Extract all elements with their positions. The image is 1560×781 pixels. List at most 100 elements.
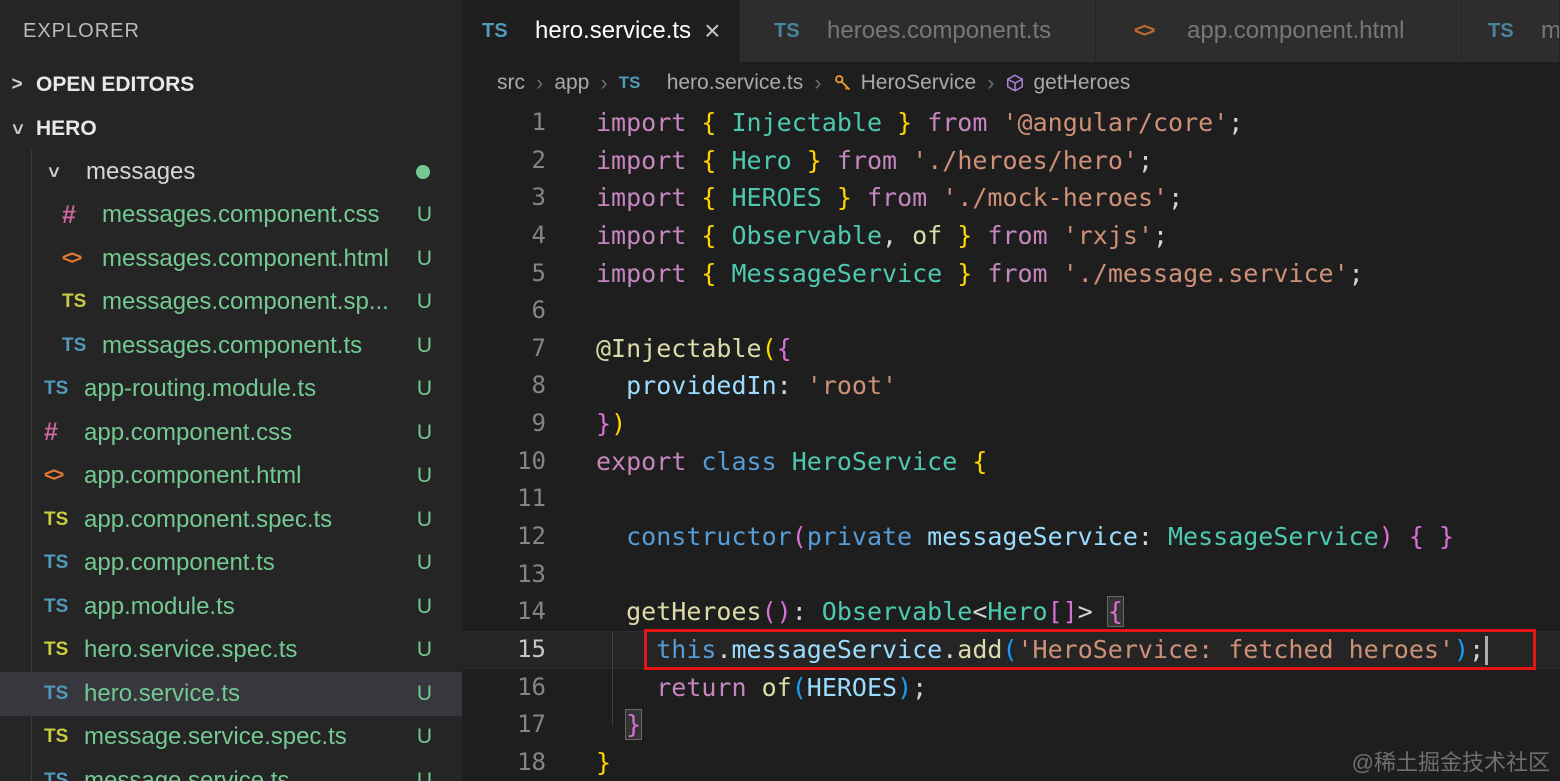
- typescript-spec-file-icon: TS: [44, 639, 69, 661]
- code-text: import { Hero } from './heroes/hero';: [596, 145, 1154, 175]
- folder-label: messages: [86, 157, 196, 185]
- code-line-3[interactable]: 3 import { HEROES } from './mock-heroes';: [462, 179, 1560, 217]
- hero-section-label: HERO: [36, 116, 97, 140]
- watermark: @稀土掘金技术社区: [1351, 750, 1550, 775]
- file-label: app.component.css: [84, 418, 293, 446]
- tab-bar: TS hero.service.ts × TS heroes.component.ts <…: [462, 0, 1560, 62]
- code-line-5[interactable]: 5 import { MessageService } from './messa…: [462, 255, 1560, 293]
- breadcrumb-separator: ›: [814, 70, 822, 95]
- tab-me[interactable]: TS me: [1462, 0, 1560, 62]
- typescript-file-icon: TS: [44, 769, 69, 781]
- breadcrumb-label: src: [497, 71, 525, 94]
- code-line-9[interactable]: 9}): [462, 405, 1560, 443]
- line-number: 14: [517, 597, 546, 626]
- code-line-11[interactable]: 11: [462, 480, 1560, 518]
- tree-file-message.service.ts[interactable]: TS message.service.ts U: [0, 759, 462, 781]
- typescript-file-icon: TS: [482, 19, 508, 42]
- code-text: import { MessageService } from './messag…: [596, 258, 1364, 288]
- breadcrumb-item-hero.service.ts[interactable]: TS hero.service.ts: [619, 71, 804, 95]
- code-line-15[interactable]: 15 this.messageService.add('HeroService:…: [462, 628, 1560, 670]
- section-open-editors[interactable]: OPEN EDITORS: [0, 62, 462, 107]
- file-label: app.module.ts: [84, 592, 235, 620]
- file-label: messages.component.sp...: [102, 288, 389, 316]
- git-untracked-badge: U: [416, 420, 432, 444]
- tree-file-messages.component.ts[interactable]: TS messages.component.ts U: [0, 324, 462, 368]
- tree-file-message.service.spec.ts[interactable]: TS message.service.spec.ts U: [0, 716, 462, 760]
- line-number: 3: [531, 183, 546, 212]
- breadcrumb-item-HeroService[interactable]: HeroService: [833, 71, 976, 95]
- breadcrumb: src › app › TS hero.service.ts › HeroService › ge…: [462, 62, 1560, 104]
- line-number: 11: [517, 484, 546, 513]
- indent-guide: [31, 150, 32, 781]
- code-text: getHeroes(): Observable<Hero[]> {: [626, 597, 1123, 627]
- tab-label: heroes.component.ts: [827, 17, 1052, 44]
- code-line-14[interactable]: 14 getHeroes(): Observable<Hero[]> {: [462, 593, 1560, 631]
- file-tree: messages # messages.component.css U <> messag…: [0, 150, 462, 781]
- breadcrumb-item-getHeroes[interactable]: getHeroes: [1005, 71, 1130, 95]
- tab-heroes.component.ts[interactable]: TS heroes.component.ts: [740, 0, 1096, 62]
- breadcrumb-item-src[interactable]: src: [497, 71, 525, 95]
- git-untracked-badge: U: [416, 464, 432, 488]
- html-file-icon: <>: [1134, 19, 1155, 42]
- tree-file-app.component.ts[interactable]: TS app.component.ts U: [0, 542, 462, 586]
- tree-file-app.module.ts[interactable]: TS app.module.ts U: [0, 585, 462, 629]
- code-line-8[interactable]: 8 providedIn: 'root': [462, 367, 1560, 405]
- git-untracked-badge: U: [416, 290, 432, 314]
- code-text: import { Injectable } from '@angular/cor…: [596, 108, 1244, 137]
- code-line-16[interactable]: 16 return of(HEROES);: [462, 669, 1560, 707]
- typescript-file-icon: TS: [62, 334, 87, 356]
- file-label: app.component.ts: [84, 549, 275, 577]
- tree-file-app.component.html[interactable]: <> app.component.html U: [0, 455, 462, 499]
- line-number: 9: [531, 409, 546, 438]
- git-untracked-badge: U: [416, 333, 432, 357]
- class-symbol-icon: [833, 73, 853, 93]
- tab-hero.service.ts[interactable]: TS hero.service.ts ×: [462, 0, 740, 62]
- code-text: }: [596, 747, 612, 777]
- code-text: @Injectable({: [596, 333, 792, 363]
- breadcrumb-separator: ›: [536, 70, 544, 95]
- line-number: 7: [531, 333, 546, 362]
- explorer-header: EXPLORER: [0, 0, 462, 62]
- code-text: constructor(private messageService: Mess…: [626, 522, 1454, 552]
- tree-file-hero.service.ts[interactable]: TS hero.service.ts U: [0, 672, 462, 716]
- typescript-file-icon: TS: [44, 595, 69, 617]
- tree-file-messages.component.html[interactable]: <> messages.component.html U: [0, 237, 462, 281]
- git-untracked-badge: U: [416, 246, 432, 270]
- code-line-4[interactable]: 4 import { Observable, of } from 'rxjs';: [462, 217, 1560, 255]
- html-file-icon: <>: [62, 247, 82, 269]
- code-line-10[interactable]: 10 export class HeroService {: [462, 443, 1560, 481]
- tree-file-app.component.spec.ts[interactable]: TS app.component.spec.ts U: [0, 498, 462, 542]
- breadcrumb-separator: ›: [600, 70, 608, 95]
- code-line-7[interactable]: 7 @Injectable({: [462, 330, 1560, 368]
- git-untracked-badge: U: [416, 681, 432, 705]
- modified-dot-badge: [416, 164, 430, 179]
- typescript-file-icon: TS: [774, 19, 800, 42]
- git-untracked-badge: U: [416, 594, 432, 618]
- typescript-spec-file-icon: TS: [44, 508, 69, 530]
- tree-file-app.component.css[interactable]: # app.component.css U: [0, 411, 462, 455]
- code-line-6[interactable]: 6: [462, 292, 1560, 330]
- typescript-file-icon: TS: [1488, 19, 1514, 42]
- code-line-13[interactable]: 13: [462, 556, 1560, 594]
- code-line-1[interactable]: 1 import { Injectable } from '@angular/co…: [462, 104, 1560, 142]
- breadcrumb-item-app[interactable]: app: [554, 71, 589, 95]
- line-number: 1: [531, 108, 546, 136]
- tab-app.component.html[interactable]: <> app.component.html: [1096, 0, 1462, 62]
- tree-folder-messages[interactable]: messages: [0, 150, 462, 194]
- git-untracked-badge: U: [416, 638, 432, 662]
- code-text: export class HeroService {: [596, 446, 988, 476]
- tree-file-messages.component.css[interactable]: # messages.component.css U: [0, 194, 462, 238]
- section-hero[interactable]: HERO: [0, 107, 462, 150]
- tree-file-app-routing.module.ts[interactable]: TS app-routing.module.ts U: [0, 368, 462, 412]
- code-line-2[interactable]: 2 import { Hero } from './heroes/hero';: [462, 142, 1560, 180]
- close-icon[interactable]: ×: [704, 17, 720, 45]
- line-number: 15: [517, 634, 546, 663]
- line-number: 13: [517, 559, 546, 588]
- code-line-12[interactable]: 12 constructor(private messageService: M…: [462, 518, 1560, 556]
- line-number: 18: [517, 747, 546, 776]
- tree-file-hero.service.spec.ts[interactable]: TS hero.service.spec.ts U: [0, 629, 462, 673]
- code-area[interactable]: 1 import { Injectable } from '@angular/co…: [462, 104, 1560, 781]
- code-line-17[interactable]: 17 }: [462, 706, 1560, 744]
- tree-file-messages.component.sp...[interactable]: TS messages.component.sp... U: [0, 281, 462, 325]
